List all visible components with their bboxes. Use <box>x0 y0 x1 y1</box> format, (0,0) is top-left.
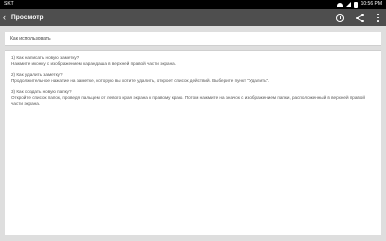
note-card: Как использовать 1) Как написать новую з… <box>5 32 381 235</box>
carrier-label: SKT <box>4 1 14 7</box>
alarm-icon[interactable] <box>336 13 344 22</box>
share-icon[interactable] <box>356 13 364 22</box>
signal-icon <box>345 2 351 7</box>
wifi-icon <box>336 2 343 7</box>
status-time: 10:56 PM <box>360 1 382 7</box>
note-title: Как использовать <box>5 32 381 46</box>
status-bar: SKT 10:56 PM <box>0 0 386 9</box>
back-navigation[interactable]: ‹ Просмотр <box>3 9 44 26</box>
overflow-menu-icon[interactable] <box>376 13 380 22</box>
note-body[interactable]: 1) Как написать новую заметку? Нажмите и… <box>5 50 381 111</box>
back-icon[interactable]: ‹ <box>3 9 9 26</box>
battery-icon <box>353 1 358 8</box>
note-answer-3: Откройте список папок, проведя пальцем о… <box>11 95 365 106</box>
app-bar: ‹ Просмотр <box>0 9 386 26</box>
page-title: Просмотр <box>11 14 44 21</box>
